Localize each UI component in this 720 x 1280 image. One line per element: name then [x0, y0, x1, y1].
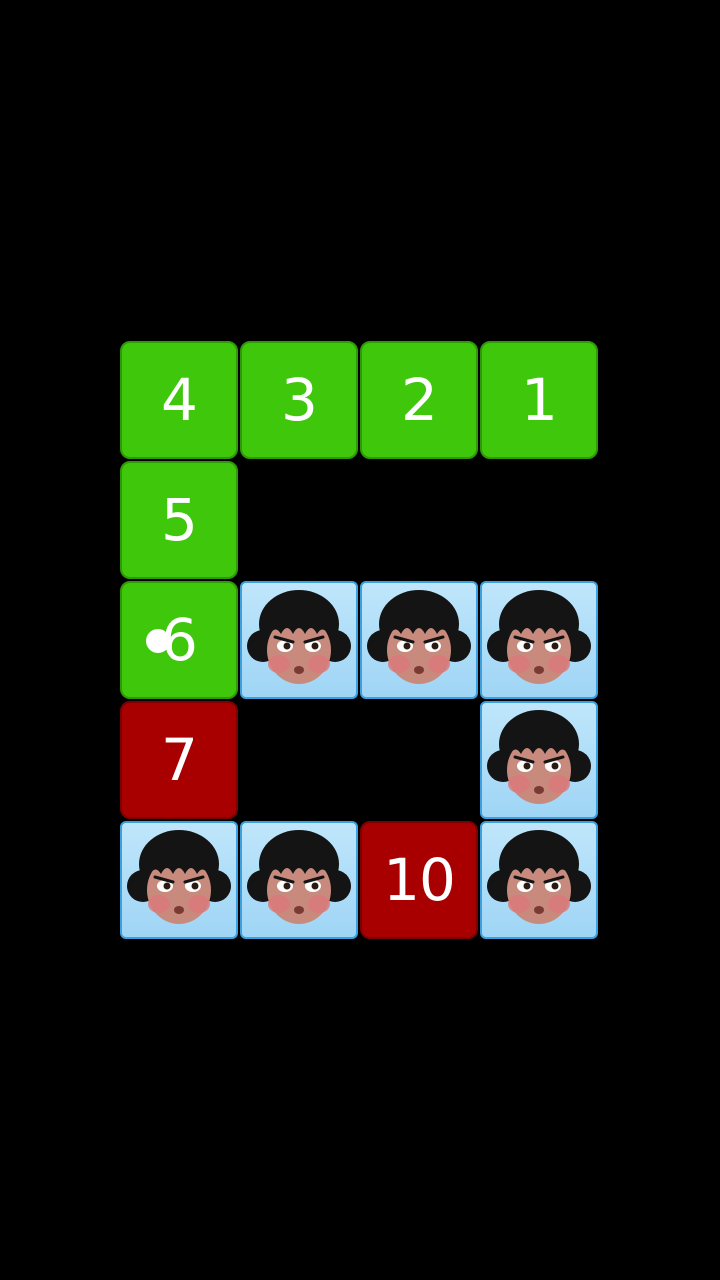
girl-face-icon [123, 824, 235, 936]
tile-number: 4 [161, 366, 198, 434]
tile-green-6[interactable]: 6 [120, 581, 238, 699]
tile-face[interactable] [480, 701, 598, 819]
girl-face-icon [483, 584, 595, 696]
tile-green-5[interactable]: 5 [120, 461, 238, 579]
girl-face-icon [483, 824, 595, 936]
tile-face[interactable] [480, 821, 598, 939]
tile-face[interactable] [240, 581, 358, 699]
tile-number: 7 [161, 726, 198, 794]
tile-red-10[interactable]: 10 [360, 821, 478, 939]
tile-face[interactable] [240, 821, 358, 939]
girl-face-icon [243, 584, 355, 696]
tile-face[interactable] [480, 581, 598, 699]
tile-face[interactable] [120, 821, 238, 939]
girl-face-icon [363, 584, 475, 696]
tile-red-7[interactable]: 7 [120, 701, 238, 819]
tile-number: 3 [281, 366, 318, 434]
game-board: 4 3 2 1 5 6 7 10 [120, 341, 600, 941]
tile-face[interactable] [360, 581, 478, 699]
tile-number: 5 [161, 486, 198, 554]
tile-green-3[interactable]: 3 [240, 341, 358, 459]
tile-green-1[interactable]: 1 [480, 341, 598, 459]
touch-cursor-icon [146, 629, 170, 653]
tile-number: 1 [521, 366, 558, 434]
tile-number: 10 [383, 846, 456, 914]
girl-face-icon [483, 704, 595, 816]
tile-green-2[interactable]: 2 [360, 341, 478, 459]
tile-green-4[interactable]: 4 [120, 341, 238, 459]
girl-face-icon [243, 824, 355, 936]
tile-number: 2 [401, 366, 438, 434]
